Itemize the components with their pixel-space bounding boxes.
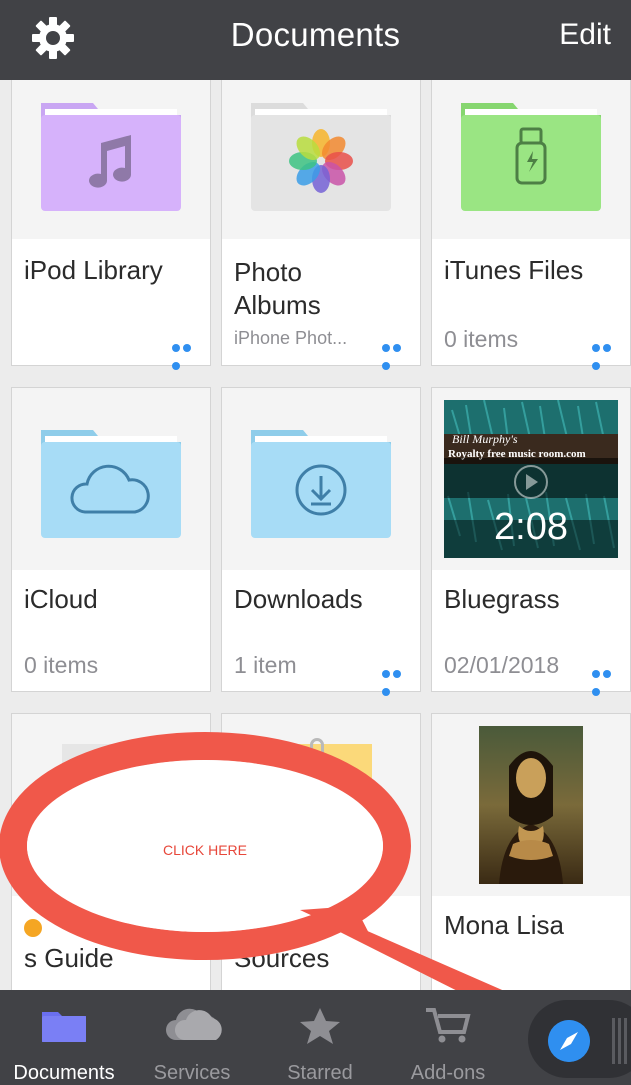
drag-handle-icon[interactable]	[610, 1018, 628, 1064]
callout-text[interactable]: CLICK HERE	[120, 842, 290, 858]
photos-flower-icon	[251, 103, 391, 211]
item-name: Mona Lisa	[444, 910, 564, 940]
item-meta: 0 items	[24, 652, 99, 678]
paperclip-icon	[310, 738, 324, 768]
grid-item-icloud[interactable]: iCloud 0 items	[11, 387, 211, 692]
item-name: Bluegrass	[444, 584, 560, 614]
more-options-icon[interactable]	[382, 665, 414, 696]
more-options-icon[interactable]	[172, 339, 204, 370]
tab-label: Documents	[13, 1062, 115, 1084]
item-thumbnail	[12, 388, 210, 570]
item-meta: 1 item	[234, 652, 297, 678]
item-thumbnail	[222, 388, 420, 570]
grid-item-mona-lisa[interactable]: Mona Lisa	[431, 713, 631, 990]
item-name: iTunes Files	[444, 255, 584, 285]
status-dot	[24, 919, 42, 937]
item-name: Sources	[234, 943, 330, 973]
item-meta: iPhone Phot...	[234, 328, 348, 348]
music-note-icon	[41, 103, 181, 211]
tab-label: Starred	[287, 1062, 353, 1084]
cloud-icon	[166, 1008, 222, 1040]
cloud-icon	[41, 430, 181, 538]
video-duration: 2:08	[494, 506, 568, 548]
item-thumbnail	[222, 714, 420, 896]
cart-icon	[426, 1008, 471, 1043]
item-thumbnail: Bill Murphy's Royalty free music room.co…	[432, 388, 630, 570]
usb-connector-icon	[461, 103, 601, 211]
download-icon	[251, 430, 391, 538]
item-thumbnail	[12, 714, 210, 896]
app-window: Documents Edit iPod Library Photo Albums…	[0, 0, 631, 1085]
tab-starred[interactable]: Starred	[256, 990, 384, 1085]
tab-documents[interactable]: Documents	[0, 990, 128, 1085]
item-name: Downloads	[234, 584, 363, 614]
tab-services[interactable]: Services	[128, 990, 256, 1085]
tab-label: Add-ons	[410, 1062, 486, 1084]
edit-button[interactable]: Edit	[559, 18, 611, 52]
grid-item-itunes-files[interactable]: iTunes Files 0 items	[431, 80, 631, 370]
item-name: Photo Albums	[234, 257, 321, 320]
tab-label: Services	[153, 1062, 231, 1084]
star-icon	[300, 1008, 340, 1044]
item-thumbnail	[12, 80, 210, 239]
image-thumbnail	[479, 726, 583, 884]
document-thumbnail	[62, 744, 172, 884]
item-thumbnail	[432, 80, 630, 239]
grid-item-downloads[interactable]: Downloads 1 item	[221, 387, 421, 696]
page-title: Documents	[230, 16, 401, 53]
item-name: iCloud	[24, 584, 98, 614]
compass-icon[interactable]	[548, 1020, 590, 1062]
more-options-icon[interactable]	[592, 665, 624, 696]
item-meta: 02/01/2018	[444, 652, 560, 678]
video-title: Bill Murphy's	[452, 432, 518, 446]
documents-grid: iPod Library Photo Albums iPhone Phot...…	[0, 80, 631, 990]
more-options-icon[interactable]	[382, 339, 414, 370]
item-name: iPod Library	[24, 255, 163, 285]
video-subtitle: Royalty free music room.com	[448, 448, 586, 460]
navigation-bar: Documents Edit	[0, 0, 631, 80]
item-thumbnail	[432, 714, 630, 896]
more-options-icon[interactable]	[592, 339, 624, 370]
item-thumbnail	[222, 80, 420, 239]
folder-icon	[42, 1012, 86, 1042]
tab-add-ons[interactable]: Add-ons	[384, 990, 512, 1085]
grid-item-photo-albums[interactable]: Photo Albums iPhone Phot...	[221, 80, 421, 370]
grid-item-bluegrass[interactable]: Bill Murphy's Royalty free music room.co…	[431, 387, 631, 696]
item-meta: 0 items	[444, 326, 519, 352]
grid-item-ipod-library[interactable]: iPod Library	[11, 80, 211, 370]
item-name: s Guide	[24, 943, 114, 973]
